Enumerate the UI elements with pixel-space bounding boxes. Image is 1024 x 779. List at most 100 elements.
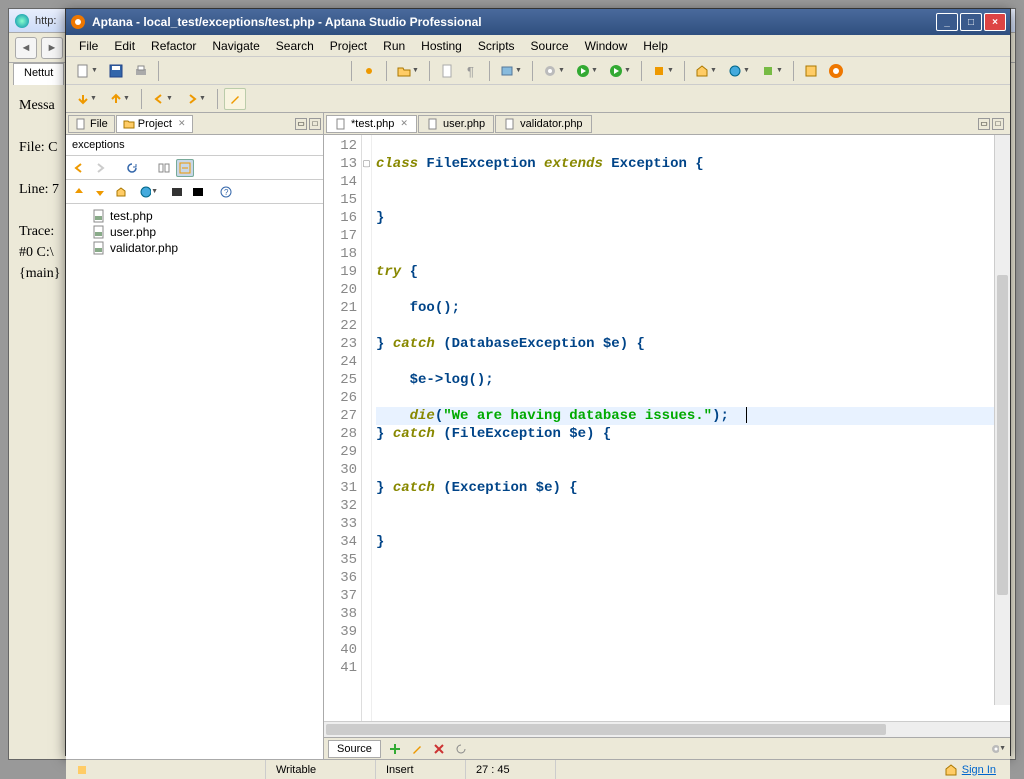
home-icon[interactable] [112, 183, 130, 201]
print-button[interactable] [130, 60, 152, 82]
back-button[interactable]: ◄ [15, 37, 37, 59]
minimize-editor-button[interactable]: ▭ [978, 118, 990, 130]
sidebar-tab-label: Project [138, 118, 172, 130]
add-icon[interactable] [387, 741, 403, 757]
menu-scripts[interactable]: Scripts [471, 37, 522, 55]
statusbar: Writable Insert 27 : 45 Sign In [66, 759, 1010, 779]
browser-tab[interactable]: Nettut [13, 63, 64, 85]
svg-text:¶: ¶ [467, 64, 474, 78]
signin-label: Sign In [962, 764, 996, 776]
scrollbar-thumb[interactable] [326, 724, 886, 735]
open-resource-button[interactable]: ▼ [393, 60, 423, 82]
browser-address: http: [35, 15, 56, 27]
window-buttons: _ □ × [936, 13, 1006, 31]
menubar: File Edit Refactor Navigate Search Proje… [66, 35, 1010, 57]
menu-refactor[interactable]: Refactor [144, 37, 203, 55]
pencil-icon[interactable] [409, 741, 425, 757]
console-icon[interactable] [189, 183, 207, 201]
help-icon[interactable]: ? [217, 183, 235, 201]
menu-window[interactable]: Window [578, 37, 635, 55]
debug-step-icon[interactable] [358, 60, 380, 82]
aptana-icon [70, 14, 86, 30]
scrollbar-thumb[interactable] [997, 275, 1008, 595]
menu-run[interactable]: Run [376, 37, 412, 55]
menu-source[interactable]: Source [524, 37, 576, 55]
collapse-all-button[interactable] [176, 159, 194, 177]
close-button[interactable]: × [984, 13, 1006, 31]
save-button[interactable] [105, 60, 127, 82]
plugin-button[interactable]: ▼ [757, 60, 787, 82]
menu-help[interactable]: Help [636, 37, 675, 55]
source-tab[interactable]: Source [328, 740, 381, 758]
editor-tab-test[interactable]: *test.php ✕ [326, 115, 417, 133]
tree-item[interactable]: user.php [72, 224, 317, 240]
aptana-perspective-icon[interactable] [825, 60, 847, 82]
maximize-editor-button[interactable]: □ [992, 118, 1004, 130]
editor-tab-user[interactable]: user.php [418, 115, 494, 133]
minimize-view-button[interactable]: ▭ [295, 118, 307, 130]
maximize-view-button[interactable]: □ [309, 118, 321, 130]
file-icon [75, 118, 87, 130]
link-editor-button[interactable] [155, 159, 173, 177]
maximize-button[interactable]: □ [960, 13, 982, 31]
pilcrow-icon[interactable]: ¶ [461, 60, 483, 82]
collapse-button[interactable]: ▼ [72, 88, 102, 110]
menu-navigate[interactable]: Navigate [205, 37, 266, 55]
signin-link[interactable]: Sign In [930, 763, 1010, 777]
history-back-button[interactable]: ▼ [148, 88, 178, 110]
horizontal-scrollbar[interactable] [324, 721, 1010, 737]
line-gutter: 1213141516171819202122232425262728293031… [324, 135, 362, 721]
sidebar-tab-project[interactable]: Project ✕ [116, 115, 193, 133]
sidebar-tabs: File Project ✕ ▭ □ [66, 113, 323, 135]
delete-icon[interactable] [431, 741, 447, 757]
up-button[interactable] [70, 183, 88, 201]
refresh-button[interactable] [123, 159, 141, 177]
menu-hosting[interactable]: Hosting [414, 37, 469, 55]
status-insert: Insert [376, 760, 466, 779]
code-content[interactable]: class FileException extends Exception {}… [372, 135, 1010, 721]
toolbar-main: ▼ ▼ ¶ ▼ ▼ ▼ ▼ ▼ ▼ ▼ ▼ [66, 57, 1010, 85]
server-button[interactable]: ▼ [496, 60, 526, 82]
down-button[interactable] [91, 183, 109, 201]
menu-edit[interactable]: Edit [107, 37, 142, 55]
sidebar-tab-file[interactable]: File [68, 115, 115, 133]
editor-tab-validator[interactable]: validator.php [495, 115, 591, 133]
minimize-button[interactable]: _ [936, 13, 958, 31]
tree-item[interactable]: test.php [72, 208, 317, 224]
gear-button[interactable]: ▼ [539, 60, 569, 82]
run-last-button[interactable]: ▼ [605, 60, 635, 82]
home-button[interactable]: ▼ [691, 60, 721, 82]
pencil-icon[interactable] [224, 88, 246, 110]
doc-icon[interactable] [436, 60, 458, 82]
editor-tab-label: *test.php [351, 118, 394, 130]
nav-forward-button[interactable] [91, 159, 109, 177]
history-forward-button[interactable]: ▼ [181, 88, 211, 110]
globe-icon[interactable]: ▼ [140, 183, 158, 201]
terminal-icon[interactable] [168, 183, 186, 201]
close-icon[interactable]: ✕ [178, 118, 186, 129]
menu-file[interactable]: File [72, 37, 105, 55]
new-button[interactable]: ▼ [72, 60, 102, 82]
tree-item[interactable]: validator.php [72, 240, 317, 256]
status-writable: Writable [266, 760, 376, 779]
forward-button[interactable]: ► [41, 37, 63, 59]
tree-item-label: user.php [110, 225, 156, 239]
perspective-button[interactable] [800, 60, 822, 82]
status-icon [76, 764, 88, 776]
vertical-scrollbar[interactable] [994, 135, 1010, 705]
expand-button[interactable]: ▼ [105, 88, 135, 110]
run-button[interactable]: ▼ [572, 60, 602, 82]
ide-title: Aptana - local_test/exceptions/test.php … [92, 15, 930, 29]
code-editor[interactable]: 1213141516171819202122232425262728293031… [324, 135, 1010, 721]
external-tools-button[interactable]: ▼ [648, 60, 678, 82]
editor-tab-label: validator.php [520, 118, 582, 130]
menu-project[interactable]: Project [323, 37, 374, 55]
nav-back-button[interactable] [70, 159, 88, 177]
globe-button[interactable]: ▼ [724, 60, 754, 82]
gear-icon[interactable]: ▼ [990, 741, 1006, 757]
editor-tab-label: user.php [443, 118, 485, 130]
close-icon[interactable]: ✕ [400, 118, 408, 129]
menu-search[interactable]: Search [269, 37, 321, 55]
refresh-icon[interactable] [453, 741, 469, 757]
globe-icon [15, 14, 29, 28]
